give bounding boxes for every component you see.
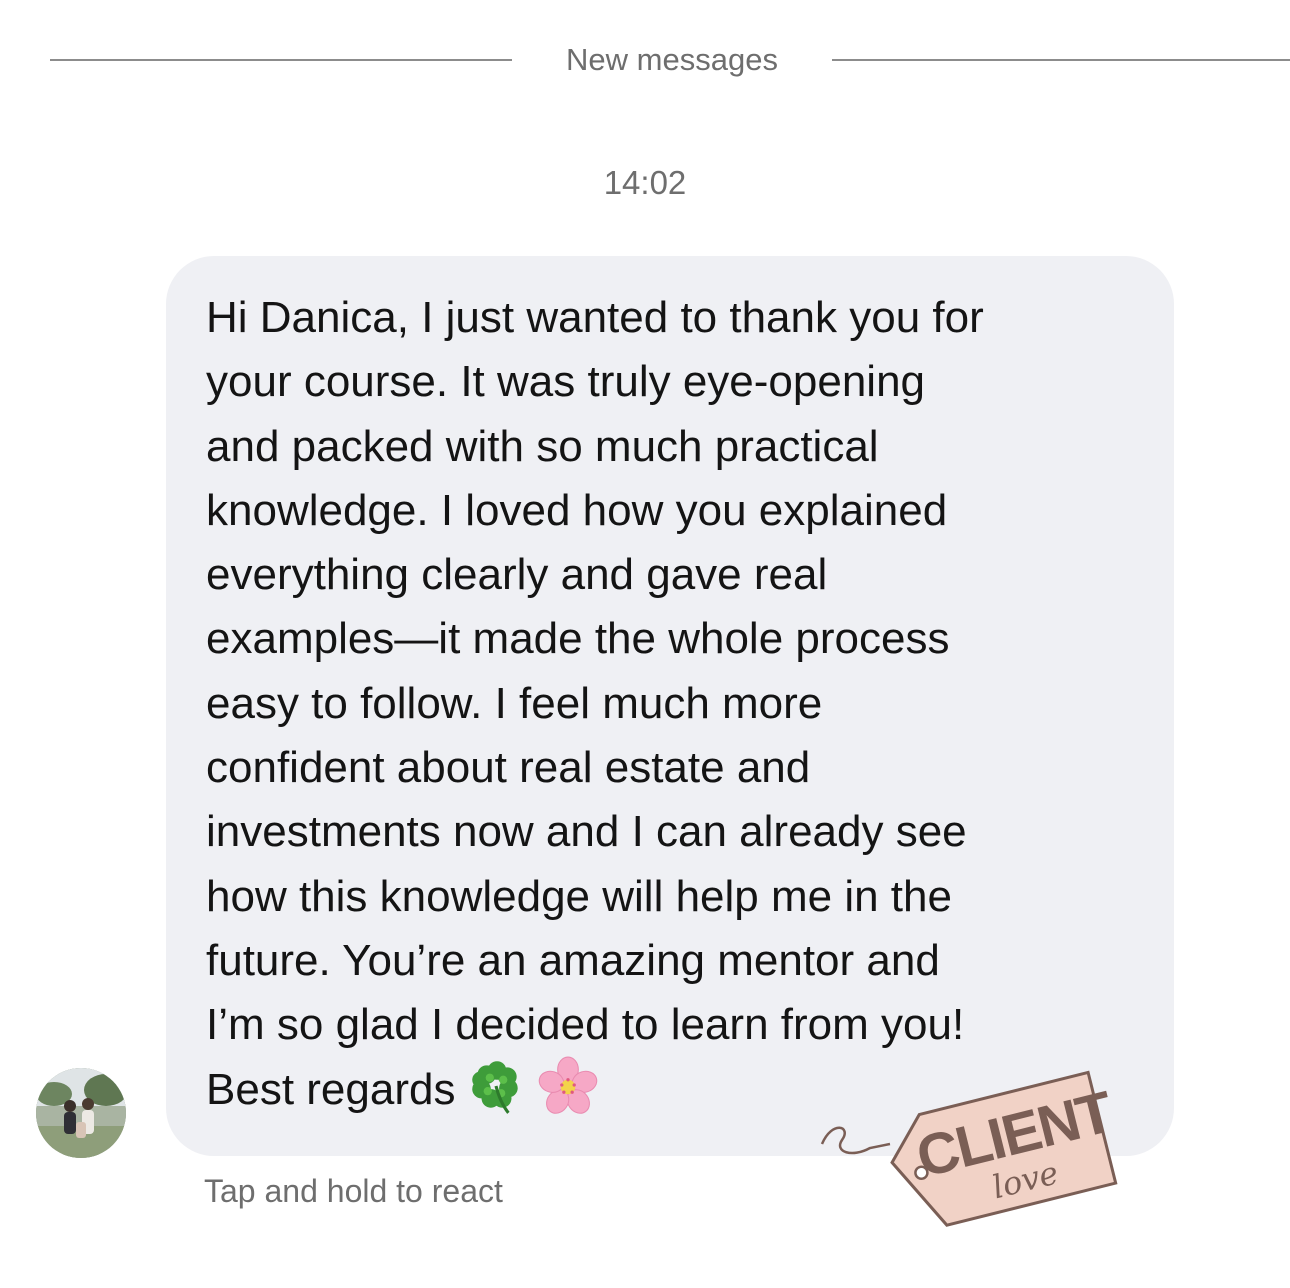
- client-love-sticker: CLIENT love: [812, 1040, 1132, 1250]
- message-text: Hi Danica, I just wanted to thank you fo…: [206, 286, 1134, 1123]
- avatar-photo: [36, 1068, 126, 1158]
- tap-and-hold-hint: Tap and hold to react: [204, 1173, 503, 1209]
- divider-line-left: [50, 59, 512, 61]
- message-body: Hi Danica, I just wanted to thank you fo…: [206, 293, 984, 1114]
- message-timestamp: 14:02: [603, 164, 687, 201]
- client-love-tag-graphic: CLIENT love: [820, 1070, 1119, 1227]
- new-messages-divider: New messages: [0, 38, 1290, 82]
- cherry-blossom-icon: [537, 1055, 599, 1117]
- sender-avatar[interactable]: [36, 1068, 126, 1158]
- new-messages-label: New messages: [566, 42, 778, 77]
- four-leaf-clover-icon: [465, 1055, 527, 1117]
- divider-line-right: [832, 59, 1290, 61]
- message-bubble[interactable]: Hi Danica, I just wanted to thank you fo…: [166, 256, 1174, 1156]
